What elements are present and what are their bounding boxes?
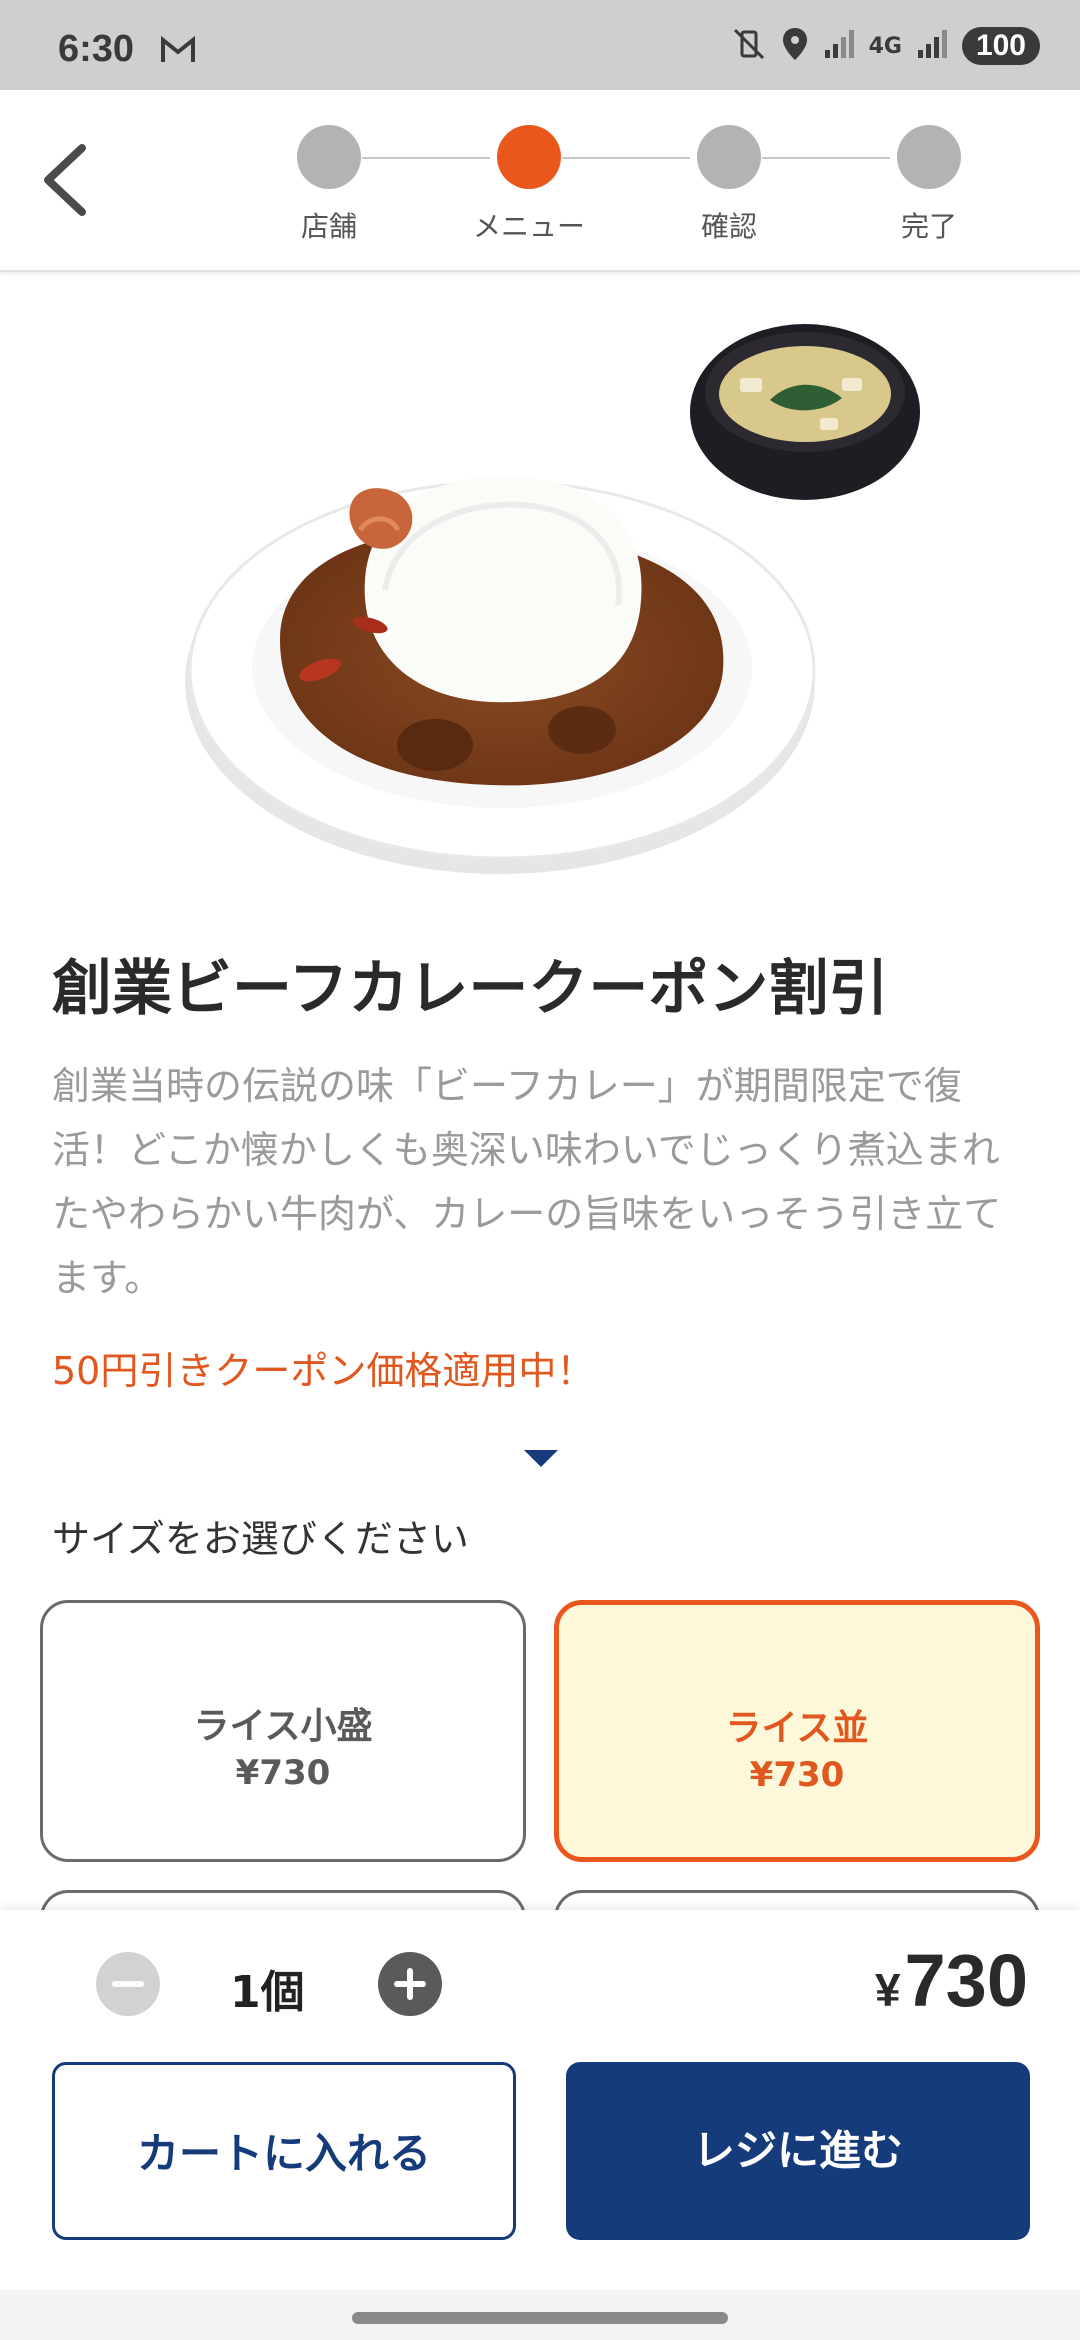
plus-icon	[394, 1968, 426, 2000]
status-icons: 4G 100	[731, 26, 1040, 66]
add-to-cart-button[interactable]: カートに入れる	[52, 2062, 516, 2240]
coupon-note: 50円引きクーポン価格適用中！	[52, 1349, 595, 1393]
gmail-icon	[160, 35, 196, 68]
step-label: 完了	[900, 210, 957, 243]
size-option-small[interactable]: ライス小盛 ¥730	[40, 1600, 526, 1862]
size-prompt: サイズをお選びください	[52, 1517, 469, 1561]
quantity-value: 1個	[230, 1967, 305, 2018]
signal-icon	[823, 28, 855, 64]
product-description: 創業当時の伝説の味「ビーフカレー」が期間限定で復活！どこか懐かしくも奥深い味わい…	[52, 1064, 1002, 1300]
size-option-price: ¥730	[235, 1753, 331, 1793]
step-label: 確認	[700, 210, 757, 243]
step-store: 店舗	[259, 125, 399, 245]
step-menu: メニュー	[459, 125, 599, 245]
size-option-name: ライス並	[725, 1708, 869, 1749]
step-dot	[297, 125, 361, 189]
minus-icon	[112, 1981, 144, 1987]
size-option-name: ライス小盛	[193, 1706, 373, 1747]
caret-down-icon	[524, 1450, 558, 1467]
battery-indicator: 100	[961, 27, 1040, 65]
signal-icon-2	[916, 28, 948, 64]
status-time: 6:30	[58, 28, 135, 70]
home-indicator[interactable]	[352, 2312, 728, 2324]
size-option-price: ¥730	[749, 1755, 845, 1795]
quantity-increase-button[interactable]	[378, 1952, 442, 2016]
total-price: ¥730	[875, 1938, 1028, 2023]
network-type-label: 4G	[868, 33, 902, 59]
step-dot	[897, 125, 961, 189]
chevron-left-icon	[44, 144, 86, 216]
step-confirm: 確認	[659, 125, 799, 245]
step-label: メニュー	[472, 210, 585, 243]
quantity-decrease-button[interactable]	[96, 1952, 160, 2016]
size-option-regular[interactable]: ライス並 ¥730	[554, 1600, 1040, 1862]
location-icon	[781, 26, 809, 66]
step-dot-active	[497, 125, 561, 189]
step-dot	[697, 125, 761, 189]
order-panel: 1個 ¥730 カートに入れる レジに進む	[0, 1910, 1080, 2290]
checkout-button[interactable]: レジに進む	[566, 2062, 1030, 2240]
step-complete: 完了	[859, 125, 999, 245]
status-bar: 6:30 4G 100	[0, 0, 1080, 90]
product-title: 創業ビーフカレークーポン割引	[52, 954, 889, 1024]
progress-stepper: 店舗 メニュー 確認 完了	[0, 90, 1080, 272]
step-label: 店舗	[300, 210, 357, 243]
product-image	[170, 320, 930, 880]
vibrate-off-icon	[731, 26, 767, 66]
back-button[interactable]	[36, 140, 96, 220]
currency-symbol: ¥	[874, 1964, 901, 2016]
total-amount: 730	[904, 1939, 1028, 2022]
